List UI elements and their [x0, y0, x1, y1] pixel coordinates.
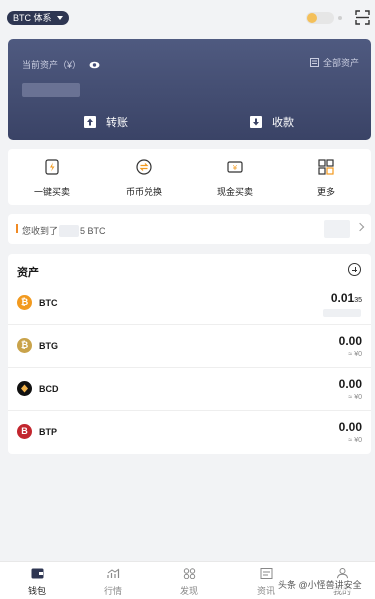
quick-action-more[interactable]: 更多 [291, 159, 361, 198]
tab-label: 发现 [179, 586, 198, 596]
transfer-label: 转账 [106, 117, 128, 129]
asset-fiat: ≈ ¥0 [348, 437, 362, 444]
asset-fiat-hidden [323, 309, 361, 317]
tab-discover[interactable]: 发现 [164, 568, 214, 597]
notice-accent [16, 224, 18, 233]
chevron-right-icon [355, 222, 365, 232]
asset-symbol: BTC [39, 298, 58, 308]
tab-label: 钱包 [27, 586, 46, 596]
wallet-icon [31, 568, 43, 579]
bcd-icon [17, 381, 32, 396]
assets-title: 资产 [17, 267, 39, 279]
quick-action-label: 一键买卖 [33, 187, 70, 197]
balance-label-row: 当前资产（¥） [22, 58, 100, 71]
receive-button[interactable]: 收款 [250, 114, 294, 130]
asset-symbol: BTG [39, 341, 58, 351]
svg-text:¥: ¥ [233, 164, 238, 172]
asset-row[interactable]: B BTP 0.00 ≈ ¥0 [8, 411, 371, 454]
apps-icon [183, 568, 195, 580]
receipt-notice[interactable]: 您收到了 5 BTC [8, 214, 371, 244]
chevron-down-icon [56, 16, 63, 20]
quick-action-cash[interactable]: ¥ 现金买卖 [200, 159, 270, 198]
list-icon [309, 58, 319, 67]
notice-text: 您收到了 5 BTC [22, 224, 106, 237]
tab-label: 行情 [103, 586, 122, 596]
quick-action-label: 更多 [316, 187, 335, 197]
all-assets-link[interactable]: 全部资产 [309, 56, 359, 69]
quick-actions: 一键买卖 币币兑换 ¥ 现金买卖 更多 [8, 149, 371, 205]
asset-row[interactable]: ₿ BTG 0.00 ≈ ¥0 [8, 325, 371, 368]
asset-amount: 0.00 [338, 377, 362, 391]
toggle-indicator [338, 16, 342, 20]
grid-icon [318, 159, 334, 175]
notice-prefix: 您收到了 [22, 226, 59, 236]
notice-suffix: 5 BTC [80, 225, 106, 236]
btc-icon: ₿ [17, 295, 32, 310]
swap-icon [136, 159, 152, 175]
wallet-card: 当前资产（¥） 全部资产 转账 收款 [8, 39, 371, 140]
upload-icon [84, 116, 96, 128]
eye-icon[interactable] [89, 61, 100, 69]
receive-label: 收款 [272, 117, 294, 129]
network-selector[interactable]: BTC 体系 [7, 11, 69, 25]
assets-panel: 资产 ₿ BTC 0.0135 ₿ BTG 0.00 ≈ ¥0 BCD 0.00… [8, 254, 371, 454]
asset-amount-main: 0.01 [330, 291, 355, 305]
asset-fiat: ≈ ¥0 [348, 394, 362, 401]
quick-action-label: 现金买卖 [216, 187, 253, 197]
chart-icon [106, 568, 119, 578]
btp-icon: B [17, 424, 32, 439]
add-asset-icon[interactable] [348, 263, 361, 276]
scan-icon[interactable] [355, 10, 370, 25]
asset-row[interactable]: BCD 0.00 ≈ ¥0 [8, 368, 371, 411]
transfer-button[interactable]: 转账 [84, 114, 128, 130]
balance-value-hidden [22, 83, 80, 97]
top-bar: BTC 体系 [0, 0, 375, 36]
asset-symbol: BCD [39, 384, 59, 394]
asset-amount: 0.00 [338, 420, 362, 434]
asset-amount-tail: 35 [354, 297, 362, 304]
asset-row[interactable]: ₿ BTC 0.0135 [8, 282, 371, 325]
tab-wallet[interactable]: 钱包 [12, 568, 62, 597]
asset-amount: 0.0135 [331, 291, 362, 305]
quick-action-swap[interactable]: 币币兑换 [109, 159, 179, 198]
asset-symbol: BTP [39, 427, 57, 437]
lightning-icon [45, 159, 59, 175]
quick-action-label: 币币兑换 [125, 187, 162, 197]
balance-label: 当前资产（¥） [22, 60, 82, 70]
asset-fiat: ≈ ¥0 [348, 351, 362, 358]
download-icon [250, 116, 262, 128]
quick-action-buy-sell[interactable]: 一键买卖 [17, 159, 87, 198]
notice-amount-hidden [59, 224, 80, 237]
bcd-diamond-icon [21, 384, 28, 393]
asset-amount: 0.00 [338, 334, 362, 348]
tab-market[interactable]: 行情 [88, 568, 138, 597]
toggle-knob [307, 13, 317, 23]
btg-icon: ₿ [17, 338, 32, 353]
network-label: BTC 体系 [13, 13, 52, 23]
theme-toggle[interactable] [306, 12, 334, 24]
watermark: 头条 @小怪兽讲安全 [278, 578, 362, 591]
all-assets-label: 全部资产 [322, 58, 359, 68]
notice-hidden-area [324, 220, 350, 238]
cash-icon: ¥ [227, 161, 243, 173]
news-icon [260, 568, 272, 579]
